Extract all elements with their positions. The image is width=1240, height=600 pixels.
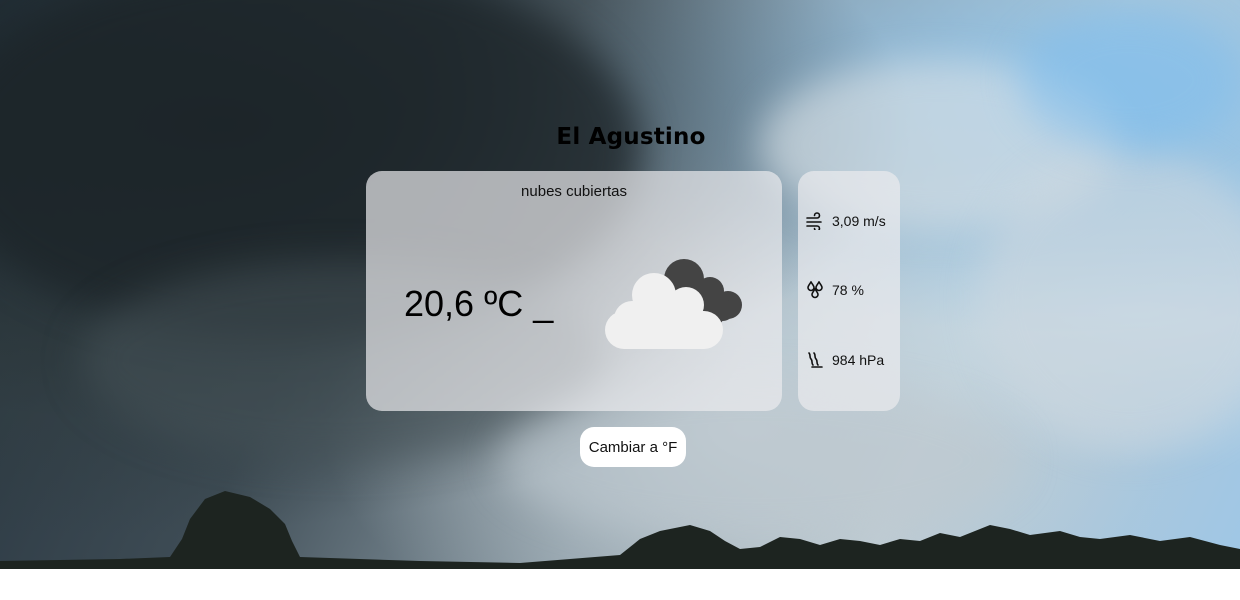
humidity-metric: 78 % [806, 281, 864, 299]
toggle-units-button[interactable]: Cambiar a °F [580, 427, 686, 467]
wind-speed: 3,09 m/s [832, 213, 886, 229]
pressure-value: 984 hPa [832, 352, 885, 368]
overcast-clouds-icon [605, 259, 742, 349]
weather-details-card: 3,09 m/s 78 % 984 hPa [798, 171, 900, 411]
treeline [0, 491, 1240, 569]
pressure-metric: 984 hPa [806, 351, 884, 369]
humidity-value: 78 % [832, 282, 864, 298]
location-header: El Agustino [0, 124, 1240, 150]
temperature-value: 20,6 ºC _ [404, 283, 554, 324]
humidity-icon [807, 281, 823, 299]
pressure-icon [808, 352, 823, 368]
wind-icon [806, 212, 822, 230]
weather-description: nubes cubiertas [521, 183, 627, 200]
city-name: El Agustino [556, 124, 706, 150]
current-weather-card: nubes cubiertas 20,6 ºC _ [366, 171, 782, 411]
wind-metric: 3,09 m/s [806, 212, 886, 230]
